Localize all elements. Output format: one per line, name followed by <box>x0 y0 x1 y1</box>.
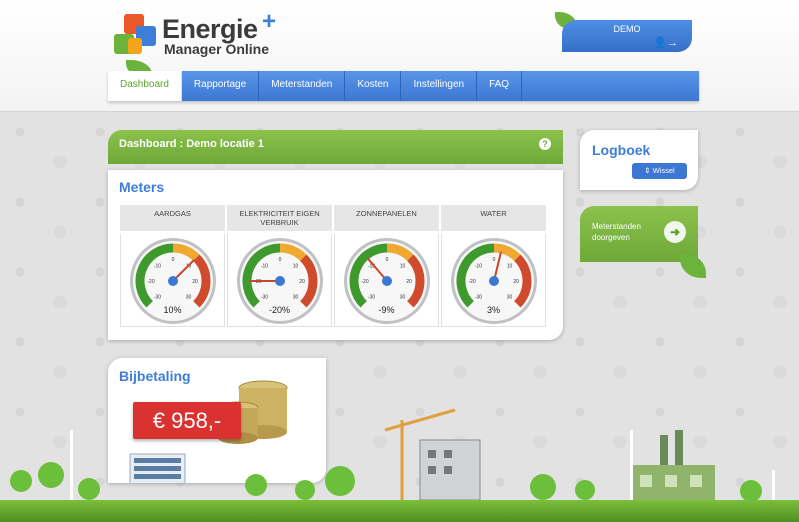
gauge-tick-label: 30 <box>186 295 192 301</box>
gauge-tick-label: 0 <box>172 257 175 263</box>
nav-meterstanden[interactable]: Meterstanden <box>259 71 346 101</box>
help-icon[interactable]: ? <box>539 138 551 150</box>
gauge-tick-label: 30 <box>293 295 299 301</box>
gauge-hub <box>382 276 392 286</box>
meter-value: 10% <box>163 305 182 315</box>
gauge-tick-label: 0 <box>386 257 389 263</box>
gauge-tick-label: -20 <box>468 279 475 285</box>
meter-3: WATER -30 -20 -10 0 10 20 30 3% <box>441 205 546 327</box>
tree-icon <box>575 480 595 500</box>
meter-value: -9% <box>378 305 395 315</box>
gauge-tick-label: 10 <box>293 263 299 269</box>
logboek-panel: Logboek ⇕ Wissel <box>580 130 698 190</box>
gauge-tick-label: 30 <box>400 295 406 301</box>
meter-1: ELEKTRICITEIT EIGEN VERBRUIK-30-20-10010… <box>227 205 332 327</box>
gauge-tick-label: 20 <box>406 279 412 285</box>
main-nav: Dashboard Rapportage Meterstanden Kosten… <box>108 71 699 101</box>
tree-icon <box>530 474 556 500</box>
gauge-tick-label: -30 <box>475 295 482 301</box>
nav-kosten[interactable]: Kosten <box>345 71 402 101</box>
gauge-tick-label: 20 <box>192 279 198 285</box>
construction-crane-icon <box>384 408 481 501</box>
office-building-icon <box>129 453 186 483</box>
logo-subtitle: Manager Online <box>164 41 270 57</box>
gauge-hub <box>168 276 178 286</box>
gauge-hub <box>489 276 499 286</box>
bijbetaling-amount: € 958,- <box>133 402 241 439</box>
gauge-tick-label: 20 <box>513 279 519 285</box>
gauge-tick-label: 0 <box>279 257 282 263</box>
gauge-tick-label: 20 <box>299 279 305 285</box>
gauge-tick-label: -20 <box>361 279 368 285</box>
bijbetaling-title: Bijbetaling <box>119 368 191 384</box>
sort-arrows-icon: ⇕ <box>644 166 651 175</box>
tree-icon <box>740 480 762 502</box>
logo[interactable]: Energie + Manager Online <box>114 8 284 60</box>
gauge-tick-label: -30 <box>154 295 161 301</box>
meter-label: ZONNEPANELEN <box>334 205 439 231</box>
meter-gauge: -30 -20 -10 0 10 20 30 -9% <box>334 234 439 327</box>
logo-plus: + <box>262 8 277 35</box>
page-title: Dashboard : Demo locatie 1 <box>119 138 264 150</box>
meter-gauge: -30-20-100102030-20% <box>227 234 332 327</box>
meter-gauge: -30 -20 -10 0 10 20 30 3% <box>441 234 546 327</box>
bijbetaling-panel: Bijbetaling € 958,- <box>108 358 326 483</box>
user-logout-icon[interactable]: 👤→ <box>653 36 678 49</box>
meter-gauge: -30-20-10010203010% <box>120 234 225 327</box>
user-box[interactable]: DEMO 👤→ <box>562 20 692 52</box>
dashboard-header: Dashboard : Demo locatie 1 ? <box>108 130 563 164</box>
gauge-tick-label: -20 <box>147 279 154 285</box>
gauge-tick-label: 10 <box>507 263 513 269</box>
tree-icon <box>295 480 315 500</box>
wind-turbine-icon <box>630 430 633 510</box>
nav-rapportage[interactable]: Rapportage <box>182 71 260 101</box>
gauge-hub <box>275 276 285 286</box>
meter-label: WATER <box>441 205 546 231</box>
gauge-tick-label: -10 <box>475 263 482 269</box>
wissel-label: Wissel <box>652 166 675 175</box>
nav-dashboard[interactable]: Dashboard <box>108 71 182 101</box>
meterstanden-line1: Meterstanden <box>592 222 641 231</box>
meters-title: Meters <box>119 179 165 195</box>
factory-icon <box>630 430 715 510</box>
meter-value: -20% <box>268 305 290 315</box>
user-name: DEMO <box>613 24 641 34</box>
tree-icon <box>38 462 64 488</box>
nav-instellingen[interactable]: Instellingen <box>401 71 478 101</box>
gauge-tick-label: 0 <box>493 257 496 263</box>
gauge-tick-label: 10 <box>400 263 406 269</box>
meter-label: AARDGAS <box>120 205 225 231</box>
tree-icon <box>325 466 355 496</box>
meter-label: ELEKTRICITEIT EIGEN VERBRUIK <box>227 205 332 231</box>
logboek-title: Logboek <box>592 142 651 158</box>
gauge-tick-label: -10 <box>261 263 268 269</box>
grass-ground <box>0 500 799 522</box>
gauge-tick-label: -10 <box>154 263 161 269</box>
tree-icon <box>78 478 100 500</box>
tree-icon <box>10 470 32 492</box>
meters-panel: Meters AARDGAS -30 -20 -10 0 10 20 30 10% ELEKTRI… <box>108 170 563 340</box>
arrow-right-icon[interactable]: ➜ <box>664 221 686 243</box>
wind-turbine-icon <box>70 430 73 510</box>
logo-icon <box>114 14 158 56</box>
nav-faq[interactable]: FAQ <box>477 71 523 101</box>
gauge-tick-label: -30 <box>261 295 268 301</box>
meter-value: 3% <box>486 305 500 315</box>
meterstanden-line2: doorgeven <box>592 233 630 242</box>
meter-0: AARDGAS-30-20-10010203010% <box>120 205 225 327</box>
gauge-tick-label: -30 <box>368 295 375 301</box>
tree-icon <box>245 474 267 496</box>
wissel-button[interactable]: ⇕ Wissel <box>632 163 687 179</box>
gauge-tick-label: 30 <box>507 295 513 301</box>
meter-2: ZONNEPANELEN -30 -20 -10 0 10 20 30 -9% <box>334 205 439 327</box>
